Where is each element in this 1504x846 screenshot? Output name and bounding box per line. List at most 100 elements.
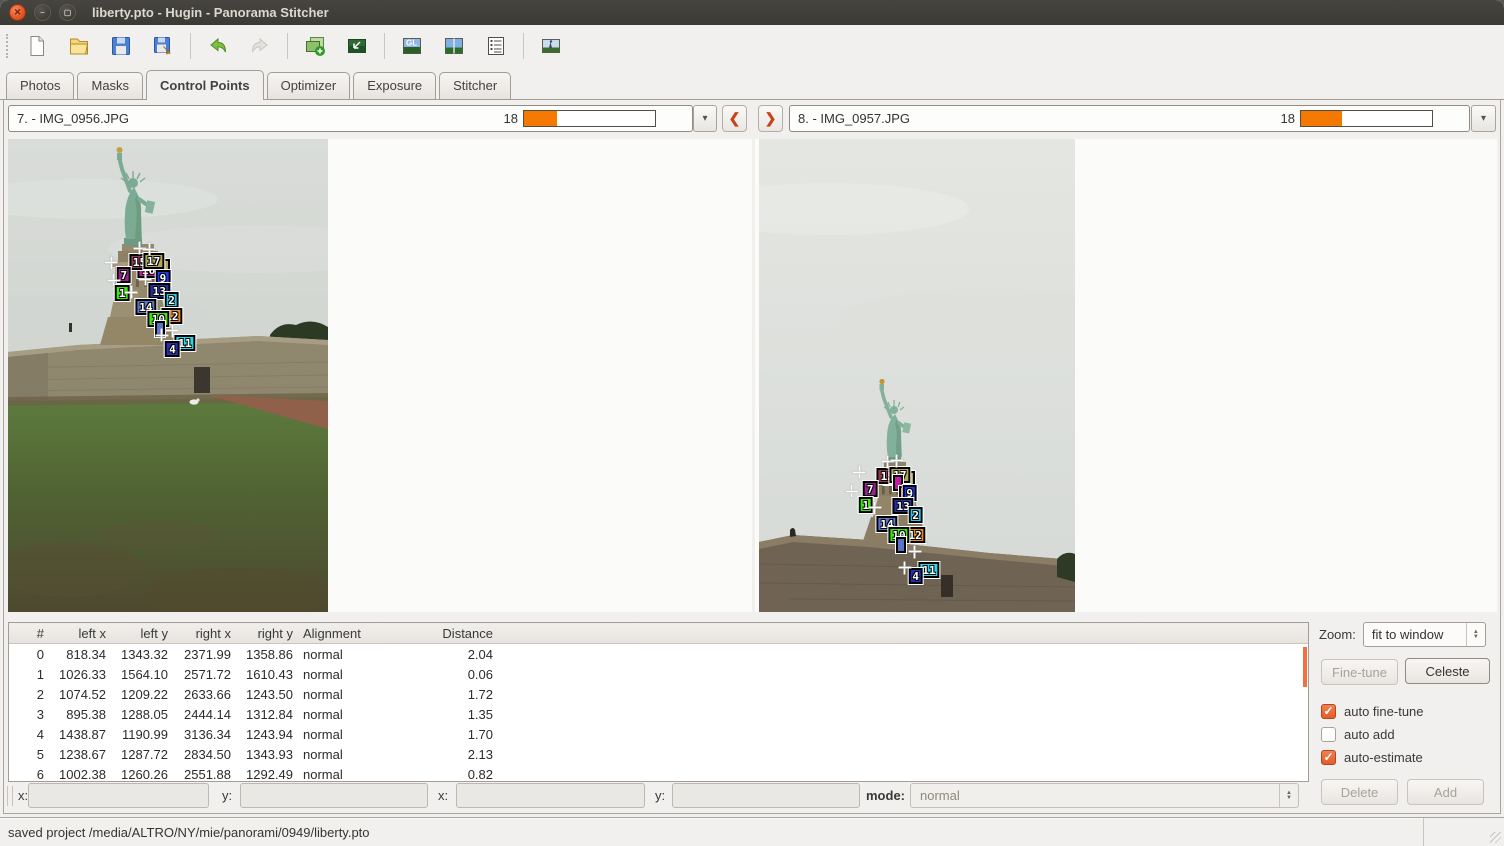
svg-text:GL: GL <box>406 38 417 47</box>
checkbox-row[interactable]: auto fine-tune <box>1321 700 1424 723</box>
left-image-canvas[interactable]: 16 15 17 7 9 1 13 2 <box>8 139 752 612</box>
window-controls: ✕ – ▢ <box>9 4 76 21</box>
right-image-name: 8. - IMG_0957.JPG <box>798 111 1281 126</box>
col-alignment[interactable]: Alignment <box>298 626 434 641</box>
crosshair-icon <box>166 324 179 337</box>
tab-photos[interactable]: Photos <box>6 72 74 99</box>
col-right-y[interactable]: right y <box>236 626 298 641</box>
save-project-icon[interactable] <box>103 29 139 63</box>
left-cp-progress <box>523 110 656 127</box>
fine-tune-button[interactable]: Fine-tune <box>1321 659 1398 685</box>
table-row[interactable]: 0818.34 1343.322371.99 1358.86normal 2.0… <box>9 644 1308 664</box>
chevron-left-icon: ❮ <box>729 110 741 127</box>
close-button[interactable]: ✕ <box>9 4 26 21</box>
right-image-dropdown-button[interactable]: ▾ <box>1471 105 1496 132</box>
undo-icon[interactable] <box>200 29 236 63</box>
checkbox-row[interactable]: auto add <box>1321 723 1424 746</box>
checkbox-label: auto add <box>1344 727 1395 742</box>
checkbox-label: auto-estimate <box>1344 750 1423 765</box>
crosshair-icon <box>143 243 156 256</box>
open-project-icon[interactable] <box>61 29 97 63</box>
y1-input[interactable] <box>240 783 428 808</box>
add-time-series-icon[interactable] <box>339 29 375 63</box>
panorama-editor-icon[interactable] <box>533 29 569 63</box>
tab-control-points[interactable]: Control Points <box>146 70 264 100</box>
table-row[interactable]: 21074.52 1209.222633.66 1243.50normal 1.… <box>9 684 1308 704</box>
col-index[interactable]: # <box>9 626 49 641</box>
tab-stitcher[interactable]: Stitcher <box>439 72 511 99</box>
control-point-list-icon[interactable] <box>478 29 514 63</box>
status-message: saved project /media/ALTRO/NY/mie/panora… <box>8 825 370 840</box>
spinner-arrows-icon[interactable]: ▲▼ <box>1279 784 1298 807</box>
pane-grip[interactable] <box>7 786 13 806</box>
chevron-down-icon: ▾ <box>1481 113 1486 124</box>
table-row[interactable]: 61002.38 1260.262551.88 1292.49normal 0.… <box>9 764 1308 782</box>
resize-grip[interactable] <box>1490 832 1501 843</box>
checkbox-row[interactable]: auto-estimate <box>1321 746 1424 769</box>
crosshair-icon <box>139 273 152 286</box>
chevron-down-icon: ▾ <box>702 113 707 124</box>
toolbar-separator <box>190 33 191 59</box>
table-header[interactable]: # left x left y right x right y Alignmen… <box>9 623 1308 644</box>
table-scrollbar[interactable] <box>1303 647 1307 687</box>
table-row[interactable]: 3895.38 1288.052444.14 1312.84normal 1.3… <box>9 704 1308 724</box>
x2-input[interactable] <box>456 783 645 808</box>
mode-select[interactable]: normal ▲▼ <box>910 783 1299 808</box>
right-image-canvas[interactable]: 16 15 17 7 9 1 <box>755 139 1497 612</box>
x2-label: x: <box>438 788 448 803</box>
table-row[interactable]: 11026.33 1564.102571.72 1610.43normal 0.… <box>9 664 1308 684</box>
toolbar-separator <box>287 33 288 59</box>
right-photo[interactable]: 16 15 17 7 9 1 <box>759 139 1075 612</box>
toolbar-grip[interactable] <box>6 34 11 58</box>
zoom-label: Zoom: <box>1319 627 1356 642</box>
x1-input[interactable] <box>28 783 209 808</box>
y2-label: y: <box>655 788 665 803</box>
preview-panorama-icon[interactable] <box>436 29 472 63</box>
control-point-table[interactable]: # left x left y right x right y Alignmen… <box>8 622 1309 782</box>
redo-icon[interactable] <box>242 29 278 63</box>
crosshair-icon <box>908 545 921 558</box>
tab-masks[interactable]: Masks <box>77 72 143 99</box>
chevron-right-icon: ❯ <box>765 110 777 127</box>
mode-label: mode: <box>866 788 905 803</box>
col-left-y[interactable]: left y <box>111 626 173 641</box>
status-message-cell: saved project /media/ALTRO/NY/mie/panora… <box>0 818 1424 846</box>
cp-options: auto fine-tune auto add auto-estimate <box>1321 700 1424 769</box>
checkbox[interactable] <box>1321 750 1336 765</box>
zoom-select[interactable]: fit to window ▲▼ <box>1363 622 1486 647</box>
tab-optimizer[interactable]: Optimizer <box>267 72 351 99</box>
next-image-pair-button[interactable]: ❯ <box>758 105 783 132</box>
left-crosshairs <box>8 139 328 612</box>
delete-button[interactable]: Delete <box>1321 779 1398 805</box>
tab-bar: Photos Masks Control Points Optimizer Ex… <box>0 66 1504 100</box>
checkbox[interactable] <box>1321 727 1336 742</box>
celeste-button[interactable]: Celeste <box>1405 658 1490 684</box>
status-bar: saved project /media/ALTRO/NY/mie/panora… <box>0 817 1504 846</box>
save-as-icon[interactable] <box>145 29 181 63</box>
col-right-x[interactable]: right x <box>173 626 236 641</box>
checkbox[interactable] <box>1321 704 1336 719</box>
add-image-icon[interactable] <box>297 29 333 63</box>
left-image-dropdown-button[interactable]: ▾ <box>693 105 717 132</box>
left-image-select[interactable]: 7. - IMG_0956.JPG 18 <box>8 105 693 132</box>
right-image-select[interactable]: 8. - IMG_0957.JPG 18 <box>789 105 1470 132</box>
gl-preview-icon[interactable]: GL <box>394 29 430 63</box>
table-row[interactable]: 51238.67 1287.722834.50 1343.93normal 2.… <box>9 744 1308 764</box>
minimize-button[interactable]: – <box>34 4 51 21</box>
hugin-window: ✕ – ▢ liberty.pto - Hugin - Panorama Sti… <box>0 0 1504 846</box>
crosshair-icon <box>107 274 120 287</box>
add-button[interactable]: Add <box>1407 779 1484 805</box>
maximize-button[interactable]: ▢ <box>59 4 76 21</box>
table-row[interactable]: 41438.87 1190.993136.34 1243.94normal 1.… <box>9 724 1308 744</box>
spinner-arrows-icon[interactable]: ▲▼ <box>1466 623 1485 646</box>
zoom-value: fit to window <box>1372 627 1444 642</box>
control-points-panel: 7. - IMG_0956.JPG 18 ▾ ❮ ❯ 8. - IMG_0957… <box>3 100 1501 814</box>
left-photo[interactable]: 16 15 17 7 9 1 13 2 <box>8 139 328 612</box>
tab-exposure[interactable]: Exposure <box>353 72 436 99</box>
prev-image-pair-button[interactable]: ❮ <box>722 105 747 132</box>
y2-input[interactable] <box>672 783 860 808</box>
col-distance[interactable]: Distance <box>434 626 498 641</box>
new-project-icon[interactable] <box>19 29 55 63</box>
col-left-x[interactable]: left x <box>49 626 111 641</box>
title-bar[interactable]: ✕ – ▢ liberty.pto - Hugin - Panorama Sti… <box>0 0 1504 25</box>
